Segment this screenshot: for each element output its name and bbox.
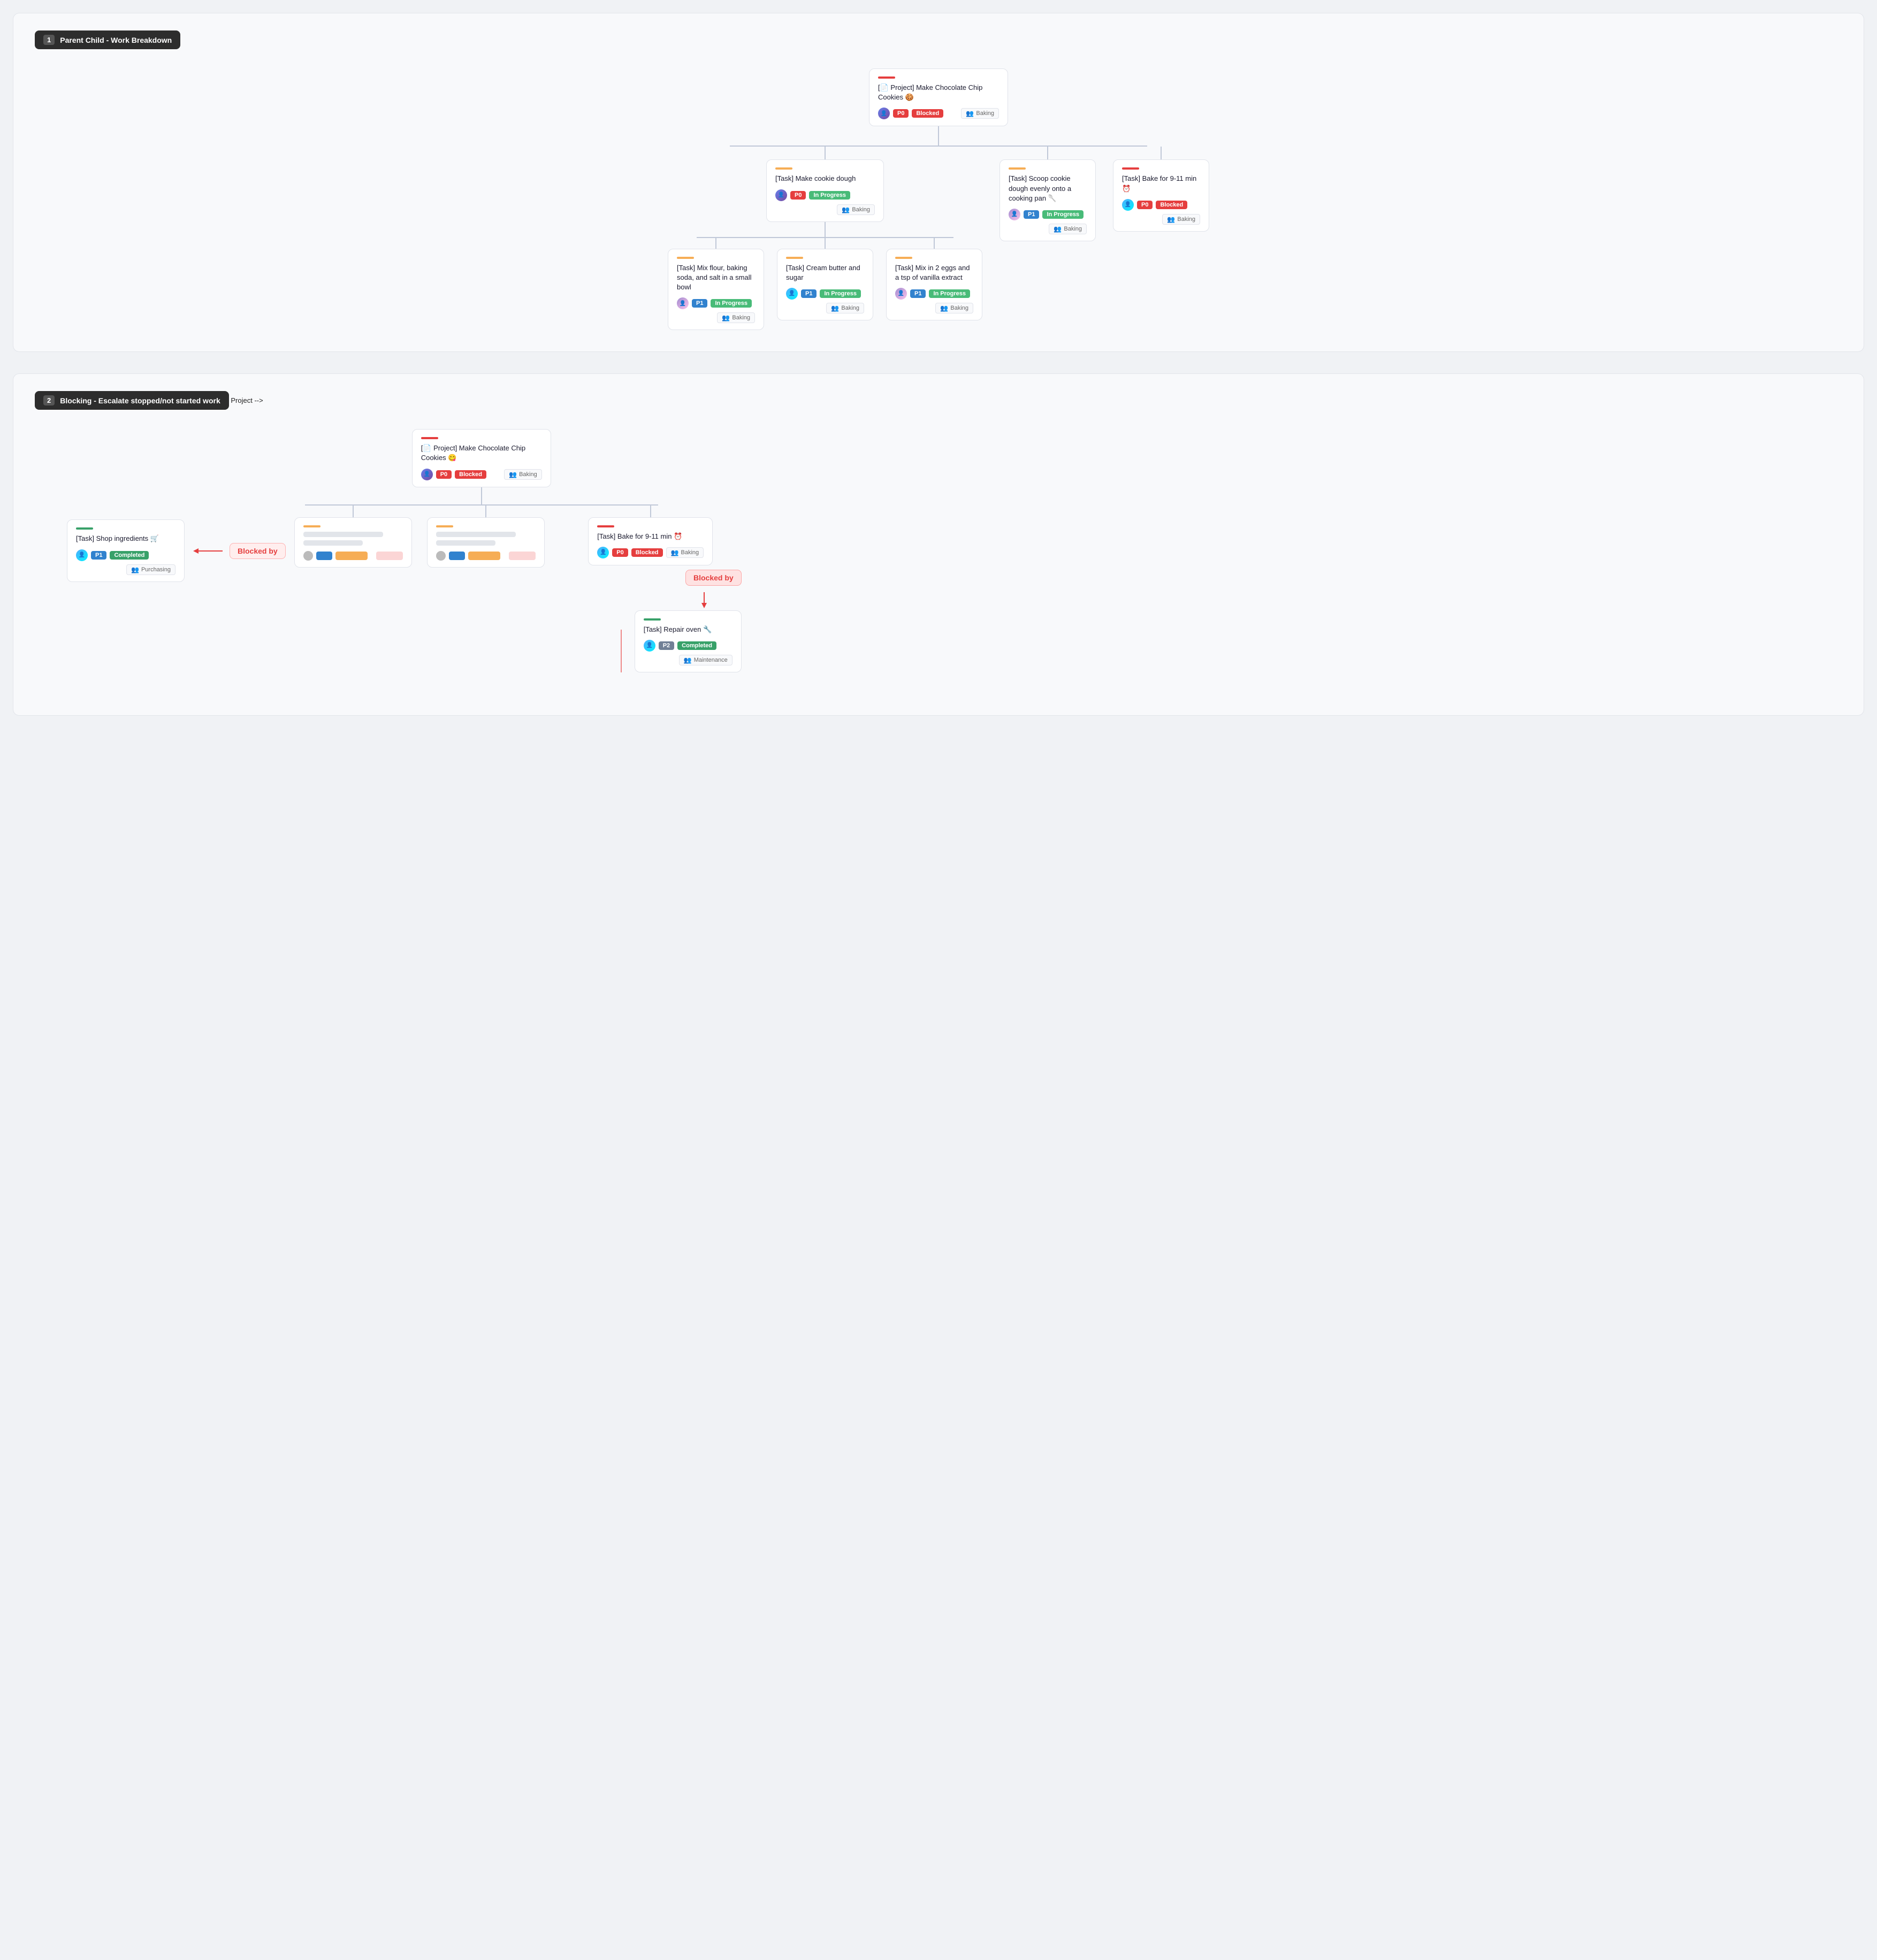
section1-number: 1 xyxy=(43,35,55,45)
section2: 2 Blocking - Escalate stopped/not starte… xyxy=(13,373,1864,716)
l2-avatar-2: 👤 xyxy=(895,288,907,300)
level1-col-2: [Task] Bake for 9-11 min ⏰ 👤 P0 Blocked … xyxy=(1113,147,1209,231)
blurred-badge-0b xyxy=(335,552,368,560)
level1-card-2[interactable]: [Task] Bake for 9-11 min ⏰ 👤 P0 Blocked … xyxy=(1113,159,1209,231)
level1-card-0[interactable]: [Task] Make cookie dough 👤 P0 In Progres… xyxy=(766,159,884,221)
section2-label: Blocking - Escalate stopped/not started … xyxy=(60,396,220,405)
l2-card-1[interactable]: [Task] Cream butter and sugar 👤 P1 In Pr… xyxy=(777,249,873,320)
blurred-badge-1b xyxy=(468,552,500,560)
arrow-left-svg xyxy=(193,546,225,556)
bake-card[interactable]: [Task] Bake for 9-11 min ⏰ 👤 P0 Blocked … xyxy=(588,517,713,565)
v-connector-l2 xyxy=(825,222,826,237)
project-card[interactable]: [📄 Project] Make Chocolate Chip Cookies … xyxy=(412,429,551,487)
l2-avatar-1: 👤 xyxy=(786,288,798,300)
arrow-down-svg xyxy=(699,592,742,608)
root-card[interactable]: [📄 Project] Make Chocolate Chip Cookies … xyxy=(869,68,1008,126)
blocked-by-label1: Blocked by xyxy=(230,543,286,559)
bake-blocked-label-section: Blocked by [Task] Repair oven 🔧 xyxy=(635,570,742,672)
v-connector-root xyxy=(938,126,939,146)
level1-row: [Task] Make cookie dough 👤 P0 In Progres… xyxy=(719,147,1158,330)
level1-footer-0: 👤 P0 In Progress 👥 Baking xyxy=(775,189,875,215)
level1-avatar-2: 👤 xyxy=(1122,199,1134,211)
l2-col-0: [Task] Mix flour, baking soda, and salt … xyxy=(668,238,764,331)
bake-v-line xyxy=(621,630,622,672)
repair-avatar: 👤 xyxy=(644,640,655,652)
shop-title: [Task] Shop ingredients 🛒 xyxy=(76,534,176,543)
blurred-line-0a xyxy=(303,532,383,537)
level1-avatar-1: 👤 xyxy=(1009,209,1020,220)
project-title: [📄 Project] Make Chocolate Chip Cookies … xyxy=(421,443,542,463)
v-stub-0 xyxy=(825,147,826,159)
level1-tag-0: 👥 Baking xyxy=(837,204,875,215)
root-tag-icon: 👥 xyxy=(966,110,974,117)
root-accent xyxy=(878,76,895,79)
section1-tree: [📄 Project] Make Chocolate Chip Cookies … xyxy=(35,68,1842,330)
level1-col-0: [Task] Make cookie dough 👤 P0 In Progres… xyxy=(668,147,982,330)
bake-title: [Task] Bake for 9-11 min ⏰ xyxy=(597,532,704,541)
root-footer: 👤 P0 Blocked 👥 Baking xyxy=(878,108,999,119)
root-avatar: 👤 xyxy=(878,108,890,119)
level1-status-0: In Progress xyxy=(809,191,850,200)
blurred-badge-1a xyxy=(449,552,465,560)
l2-col-1: [Task] Cream butter and sugar 👤 P1 In Pr… xyxy=(777,238,873,320)
section2-number: 2 xyxy=(43,395,55,405)
bake-blocked-section: Blocked by [Task] Repair oven 🔧 xyxy=(560,570,742,672)
blurred-avatar-0 xyxy=(303,551,313,561)
repair-card[interactable]: [Task] Repair oven 🔧 👤 P2 Completed 👥 Ma… xyxy=(635,610,742,672)
bake-avatar: 👤 xyxy=(597,547,609,558)
l2-avatar-0: 👤 xyxy=(677,297,689,309)
blurred-badge-0a xyxy=(316,552,332,560)
blurred-tag-0 xyxy=(376,552,403,560)
bake-blocked-row: Blocked by [Task] Repair oven 🔧 xyxy=(560,570,742,672)
blurred-line-0b xyxy=(303,540,363,546)
root-priority: P0 xyxy=(893,109,909,118)
root-level: [📄 Project] Make Chocolate Chip Cookies … xyxy=(869,68,1008,126)
section1-title: 1 Parent Child - Work Breakdown xyxy=(35,30,180,49)
level1-priority-0: P0 xyxy=(790,191,806,200)
section1-label: Parent Child - Work Breakdown xyxy=(60,36,172,44)
blurred-card-0[interactable] xyxy=(294,517,412,568)
blurred-card-1[interactable] xyxy=(427,517,545,568)
blurred-avatar-1 xyxy=(436,551,446,561)
root-title: [📄 Project] Make Chocolate Chip Cookies … xyxy=(878,83,999,102)
section2-title: 2 Blocking - Escalate stopped/not starte… xyxy=(35,391,229,410)
section1: 1 Parent Child - Work Breakdown [📄 Proje… xyxy=(13,13,1864,352)
l2-col-2: [Task] Mix in 2 eggs and a tsp of vanill… xyxy=(886,238,982,320)
level1-col-1: [Task] Scoop cookie dough evenly onto a … xyxy=(999,147,1096,241)
level1-title-2: [Task] Bake for 9-11 min ⏰ xyxy=(1122,174,1200,193)
l2-card-0[interactable]: [Task] Mix flour, baking soda, and salt … xyxy=(668,249,764,331)
project-avatar: 👤 xyxy=(421,469,433,480)
l2-title-0: [Task] Mix flour, baking soda, and salt … xyxy=(677,263,755,293)
level1-card-1[interactable]: [Task] Scoop cookie dough evenly onto a … xyxy=(999,159,1096,241)
shop-card[interactable]: [Task] Shop ingredients 🛒 👤 P1 Completed… xyxy=(67,519,185,581)
blurred-col-1 xyxy=(427,506,545,568)
root-status: Blocked xyxy=(912,109,943,118)
level1-title-1: [Task] Scoop cookie dough evenly onto a … xyxy=(1009,174,1087,203)
sec2-children-row: [Task] Bake for 9-11 min ⏰ 👤 P0 Blocked … xyxy=(294,506,669,672)
bake-col: [Task] Bake for 9-11 min ⏰ 👤 P0 Blocked … xyxy=(560,506,742,672)
blurred-line-1b xyxy=(436,540,496,546)
l2-title-2: [Task] Mix in 2 eggs and a tsp of vanill… xyxy=(895,263,973,282)
repair-title: [Task] Repair oven 🔧 xyxy=(644,625,733,634)
l2-title-1: [Task] Cream butter and sugar xyxy=(786,263,864,282)
blurred-line-1a xyxy=(436,532,516,537)
level1-avatar-0: 👤 xyxy=(775,189,787,201)
level1-title-0: [Task] Make cookie dough xyxy=(775,174,875,183)
level1-accent-0 xyxy=(775,167,792,170)
blocked-by-connector1: Blocked by xyxy=(193,543,286,559)
root-tag: 👥 Baking xyxy=(961,108,999,119)
level2-row: [Task] Mix flour, baking soda, and salt … xyxy=(668,238,982,331)
blurred-tag-1 xyxy=(509,552,536,560)
l2-card-2[interactable]: [Task] Mix in 2 eggs and a tsp of vanill… xyxy=(886,249,982,320)
blocked-by-label2: Blocked by xyxy=(685,570,742,586)
sec2-top-row: [Task] Shop ingredients 🛒 👤 P1 Completed… xyxy=(35,429,1842,672)
h-connector-sec2 xyxy=(305,504,658,506)
sec2-project-col: [📄 Project] Make Chocolate Chip Cookies … xyxy=(294,429,669,672)
shop-avatar: 👤 xyxy=(76,549,88,561)
blurred-col-0 xyxy=(294,506,412,568)
v-connector-project xyxy=(481,487,482,504)
